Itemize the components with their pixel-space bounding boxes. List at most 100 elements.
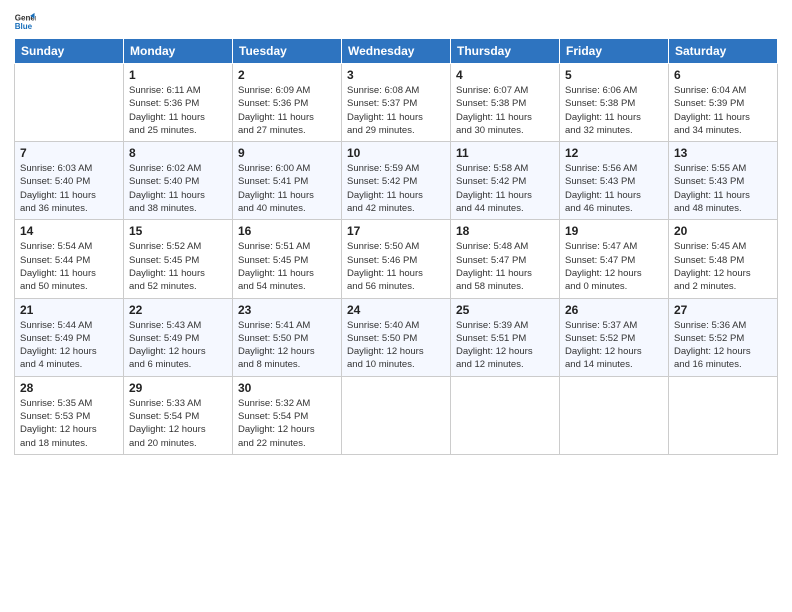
day-number: 24 xyxy=(347,303,445,317)
weekday-header-cell: Saturday xyxy=(669,39,778,64)
day-number: 9 xyxy=(238,146,336,160)
day-info: Sunrise: 5:55 AM Sunset: 5:43 PM Dayligh… xyxy=(674,162,772,215)
header: General Blue xyxy=(14,10,778,32)
weekday-header-cell: Monday xyxy=(124,39,233,64)
day-number: 22 xyxy=(129,303,227,317)
calendar-day-cell: 26 Sunrise: 5:37 AM Sunset: 5:52 PM Dayli… xyxy=(560,298,669,376)
calendar-day-cell xyxy=(15,64,124,142)
calendar-day-cell: 25 Sunrise: 5:39 AM Sunset: 5:51 PM Dayli… xyxy=(451,298,560,376)
calendar-day-cell: 11Sunrise: 5:58 AM Sunset: 5:42 PM Dayli… xyxy=(451,142,560,220)
day-info: Sunrise: 6:00 AM Sunset: 5:41 PM Dayligh… xyxy=(238,162,336,215)
day-number: 17 xyxy=(347,224,445,238)
weekday-header-cell: Wednesday xyxy=(342,39,451,64)
day-info: Sunrise: 5:44 AM Sunset: 5:49 PM Dayligh… xyxy=(20,319,118,372)
day-number: 8 xyxy=(129,146,227,160)
day-info: Sunrise: 5:47 AM Sunset: 5:47 PM Dayligh… xyxy=(565,240,663,293)
calendar-day-cell xyxy=(451,376,560,454)
day-number: 29 xyxy=(129,381,227,395)
calendar-day-cell: 4Sunrise: 6:07 AM Sunset: 5:38 PM Daylig… xyxy=(451,64,560,142)
day-number: 6 xyxy=(674,68,772,82)
day-number: 27 xyxy=(674,303,772,317)
weekday-header-cell: Thursday xyxy=(451,39,560,64)
day-info: Sunrise: 5:45 AM Sunset: 5:48 PM Dayligh… xyxy=(674,240,772,293)
logo-icon: General Blue xyxy=(14,10,36,32)
day-number: 15 xyxy=(129,224,227,238)
day-number: 25 xyxy=(456,303,554,317)
day-number: 26 xyxy=(565,303,663,317)
calendar-day-cell: 29 Sunrise: 5:33 AM Sunset: 5:54 PM Dayli… xyxy=(124,376,233,454)
calendar-day-cell: 6Sunrise: 6:04 AM Sunset: 5:39 PM Daylig… xyxy=(669,64,778,142)
day-number: 23 xyxy=(238,303,336,317)
day-info: Sunrise: 5:36 AM Sunset: 5:52 PM Dayligh… xyxy=(674,319,772,372)
day-number: 10 xyxy=(347,146,445,160)
day-info: Sunrise: 5:40 AM Sunset: 5:50 PM Dayligh… xyxy=(347,319,445,372)
calendar-day-cell: 17Sunrise: 5:50 AM Sunset: 5:46 PM Dayli… xyxy=(342,220,451,298)
calendar-day-cell: 7Sunrise: 6:03 AM Sunset: 5:40 PM Daylig… xyxy=(15,142,124,220)
day-number: 14 xyxy=(20,224,118,238)
calendar-body: 1Sunrise: 6:11 AM Sunset: 5:36 PM Daylig… xyxy=(15,64,778,455)
day-info: Sunrise: 5:37 AM Sunset: 5:52 PM Dayligh… xyxy=(565,319,663,372)
day-info: Sunrise: 5:32 AM Sunset: 5:54 PM Dayligh… xyxy=(238,397,336,450)
calendar-day-cell: 23 Sunrise: 5:41 AM Sunset: 5:50 PM Dayli… xyxy=(233,298,342,376)
day-number: 4 xyxy=(456,68,554,82)
day-number: 28 xyxy=(20,381,118,395)
day-info: Sunrise: 6:06 AM Sunset: 5:38 PM Dayligh… xyxy=(565,84,663,137)
calendar-day-cell xyxy=(669,376,778,454)
calendar-day-cell: 20 Sunrise: 5:45 AM Sunset: 5:48 PM Dayli… xyxy=(669,220,778,298)
calendar-day-cell: 22 Sunrise: 5:43 AM Sunset: 5:49 PM Dayli… xyxy=(124,298,233,376)
calendar-day-cell: 8 Sunrise: 6:02 AM Sunset: 5:40 PM Daylig… xyxy=(124,142,233,220)
calendar-day-cell: 10Sunrise: 5:59 AM Sunset: 5:42 PM Dayli… xyxy=(342,142,451,220)
day-number: 16 xyxy=(238,224,336,238)
day-info: Sunrise: 5:52 AM Sunset: 5:45 PM Dayligh… xyxy=(129,240,227,293)
day-number: 18 xyxy=(456,224,554,238)
day-number: 11 xyxy=(456,146,554,160)
calendar-week-row: 1Sunrise: 6:11 AM Sunset: 5:36 PM Daylig… xyxy=(15,64,778,142)
calendar-day-cell: 2Sunrise: 6:09 AM Sunset: 5:36 PM Daylig… xyxy=(233,64,342,142)
day-info: Sunrise: 5:56 AM Sunset: 5:43 PM Dayligh… xyxy=(565,162,663,215)
calendar-day-cell: 18 Sunrise: 5:48 AM Sunset: 5:47 PM Dayli… xyxy=(451,220,560,298)
calendar-day-cell: 16Sunrise: 5:51 AM Sunset: 5:45 PM Dayli… xyxy=(233,220,342,298)
day-info: Sunrise: 6:03 AM Sunset: 5:40 PM Dayligh… xyxy=(20,162,118,215)
day-number: 20 xyxy=(674,224,772,238)
calendar-day-cell: 3 Sunrise: 6:08 AM Sunset: 5:37 PM Daylig… xyxy=(342,64,451,142)
calendar-table: SundayMondayTuesdayWednesdayThursdayFrid… xyxy=(14,38,778,455)
day-info: Sunrise: 5:33 AM Sunset: 5:54 PM Dayligh… xyxy=(129,397,227,450)
day-number: 21 xyxy=(20,303,118,317)
day-number: 5 xyxy=(565,68,663,82)
calendar-day-cell: 15 Sunrise: 5:52 AM Sunset: 5:45 PM Dayli… xyxy=(124,220,233,298)
calendar-day-cell: 5 Sunrise: 6:06 AM Sunset: 5:38 PM Daylig… xyxy=(560,64,669,142)
day-info: Sunrise: 5:43 AM Sunset: 5:49 PM Dayligh… xyxy=(129,319,227,372)
weekday-header-cell: Tuesday xyxy=(233,39,342,64)
day-number: 30 xyxy=(238,381,336,395)
day-number: 12 xyxy=(565,146,663,160)
calendar-day-cell: 1Sunrise: 6:11 AM Sunset: 5:36 PM Daylig… xyxy=(124,64,233,142)
calendar-week-row: 14 Sunrise: 5:54 AM Sunset: 5:44 PM Dayli… xyxy=(15,220,778,298)
day-info: Sunrise: 5:41 AM Sunset: 5:50 PM Dayligh… xyxy=(238,319,336,372)
day-info: Sunrise: 5:35 AM Sunset: 5:53 PM Dayligh… xyxy=(20,397,118,450)
day-info: Sunrise: 6:02 AM Sunset: 5:40 PM Dayligh… xyxy=(129,162,227,215)
weekday-header-cell: Sunday xyxy=(15,39,124,64)
calendar-day-cell xyxy=(560,376,669,454)
main-container: General Blue SundayMondayTuesdayWednesda… xyxy=(0,0,792,463)
day-info: Sunrise: 5:39 AM Sunset: 5:51 PM Dayligh… xyxy=(456,319,554,372)
calendar-day-cell: 13Sunrise: 5:55 AM Sunset: 5:43 PM Dayli… xyxy=(669,142,778,220)
day-number: 19 xyxy=(565,224,663,238)
calendar-week-row: 28 Sunrise: 5:35 AM Sunset: 5:53 PM Dayli… xyxy=(15,376,778,454)
day-number: 3 xyxy=(347,68,445,82)
calendar-day-cell: 19 Sunrise: 5:47 AM Sunset: 5:47 PM Dayli… xyxy=(560,220,669,298)
calendar-week-row: 21 Sunrise: 5:44 AM Sunset: 5:49 PM Dayli… xyxy=(15,298,778,376)
weekday-header-cell: Friday xyxy=(560,39,669,64)
calendar-day-cell: 12 Sunrise: 5:56 AM Sunset: 5:43 PM Dayli… xyxy=(560,142,669,220)
day-info: Sunrise: 6:09 AM Sunset: 5:36 PM Dayligh… xyxy=(238,84,336,137)
calendar-week-row: 7Sunrise: 6:03 AM Sunset: 5:40 PM Daylig… xyxy=(15,142,778,220)
logo: General Blue xyxy=(14,10,36,32)
day-info: Sunrise: 6:08 AM Sunset: 5:37 PM Dayligh… xyxy=(347,84,445,137)
calendar-day-cell: 14 Sunrise: 5:54 AM Sunset: 5:44 PM Dayli… xyxy=(15,220,124,298)
day-number: 1 xyxy=(129,68,227,82)
day-info: Sunrise: 5:48 AM Sunset: 5:47 PM Dayligh… xyxy=(456,240,554,293)
calendar-day-cell xyxy=(342,376,451,454)
svg-text:Blue: Blue xyxy=(15,22,33,31)
day-info: Sunrise: 5:54 AM Sunset: 5:44 PM Dayligh… xyxy=(20,240,118,293)
calendar-day-cell: 9 Sunrise: 6:00 AM Sunset: 5:41 PM Daylig… xyxy=(233,142,342,220)
calendar-day-cell: 24 Sunrise: 5:40 AM Sunset: 5:50 PM Dayli… xyxy=(342,298,451,376)
